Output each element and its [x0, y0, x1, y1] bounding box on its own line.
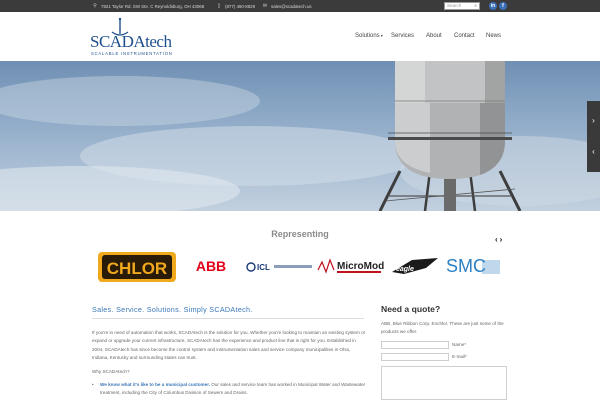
icl-logo: ICL — [246, 262, 312, 272]
carousel-arrows: ‹› — [495, 235, 504, 244]
intro-paragraph: If you're in need of automation that wor… — [92, 330, 366, 361]
email-label: E-mail* — [452, 354, 467, 359]
bullet-icon: • — [92, 382, 94, 387]
nav-contact-label: Contact — [454, 33, 475, 39]
phone-item[interactable]: ▯ (877) 460-8829 — [216, 0, 255, 12]
micromod-text: MicroMod — [337, 261, 384, 272]
carousel-next-button[interactable]: › — [500, 235, 505, 244]
chevron-down-icon: ▾ — [380, 33, 383, 38]
bullet-bold-text[interactable]: We know what it's like to be a municipal… — [100, 382, 210, 387]
scadatech-logo[interactable]: SCADAtech SCALABLE INSTRUMENTATION — [90, 15, 180, 59]
email-field[interactable] — [381, 353, 449, 361]
slider-prev-glyph: ‹ — [592, 147, 595, 156]
name-label: Name* — [452, 342, 467, 347]
nav-services-label: Services — [391, 33, 415, 39]
abb-text: ABB — [196, 258, 226, 274]
abb-logo: ABB — [196, 258, 226, 274]
logo-brand-text: SCADAtech — [90, 32, 172, 51]
smc-text: SMC — [446, 256, 486, 276]
nav-solutions[interactable]: Solutions▾ — [355, 33, 383, 39]
phone-text[interactable]: (877) 460-8829 — [225, 4, 255, 9]
logo-subline-text: SCALABLE INSTRUMENTATION — [91, 51, 173, 56]
search-placeholder: Search — [447, 3, 462, 8]
enchlor-logo: CHLOR — [98, 252, 176, 282]
nav-solutions-label: Solutions — [355, 33, 380, 39]
nav-news[interactable]: News — [486, 33, 501, 39]
nav-contact[interactable]: Contact — [454, 33, 475, 39]
email-text[interactable]: sales@scadatech.us — [271, 4, 312, 9]
micromod-logo: MicroMod — [317, 258, 384, 274]
nav-news-label: News — [486, 33, 502, 39]
why-heading: Why SCADAtech? — [92, 369, 130, 374]
tagline-heading: Sales. Service. Solutions. Simply SCADAt… — [92, 305, 253, 314]
site-header: SCADAtech SCALABLE INSTRUMENTATION Solut… — [0, 12, 600, 61]
divider — [92, 318, 364, 319]
address-text: 7821 Taylor Rd. SW Ste. C Reynoldsburg, … — [101, 3, 205, 9]
phone-icon: ▯ — [217, 3, 221, 9]
mail-icon: ✉ — [262, 3, 268, 9]
facebook-icon[interactable]: f — [499, 2, 507, 10]
facebook-label: f — [502, 3, 504, 9]
representing-heading: Representing — [271, 229, 329, 239]
hero-slider: › ‹ — [0, 61, 600, 211]
search-icon[interactable]: ⌕ — [474, 3, 477, 9]
eagle-logo: eagle — [392, 258, 438, 274]
chevron-left-icon[interactable]: ‹ — [587, 132, 600, 172]
slider-next-glyph: › — [592, 116, 595, 125]
nav-about-label: About — [426, 33, 442, 39]
list-item: • We know what it's like to be a municipa… — [92, 381, 367, 398]
water-tower-image — [0, 61, 600, 211]
quote-heading: Need a quote? — [381, 304, 441, 314]
linkedin-icon[interactable]: in — [489, 2, 497, 10]
email-item[interactable]: ✉ sales@scadatech.us — [262, 0, 312, 12]
icl-text: ICL — [257, 263, 270, 272]
quote-description: ABB, Blue Ribbon Corp, Enchlor. These ar… — [381, 321, 504, 335]
address-item: ⚲ 7821 Taylor Rd. SW Ste. C Reynoldsburg… — [92, 0, 204, 12]
smc-logo: SMC — [446, 256, 500, 276]
location-pin-icon: ⚲ — [93, 3, 97, 9]
message-textarea[interactable] — [381, 366, 507, 400]
top-bar: ⚲ 7821 Taylor Rd. SW Ste. C Reynoldsburg… — [0, 0, 600, 12]
enchlor-text: CHLOR — [107, 259, 167, 278]
search-input[interactable]: Search ⌕ — [444, 2, 480, 10]
name-field[interactable] — [381, 341, 449, 349]
nav-services[interactable]: Services — [391, 33, 414, 39]
linkedin-label: in — [490, 3, 496, 9]
eagle-text: eagle — [396, 266, 414, 273]
nav-about[interactable]: About — [426, 33, 442, 39]
partner-logos: CHLOR ABB ICL MicroMod eagle SMC — [98, 252, 500, 282]
